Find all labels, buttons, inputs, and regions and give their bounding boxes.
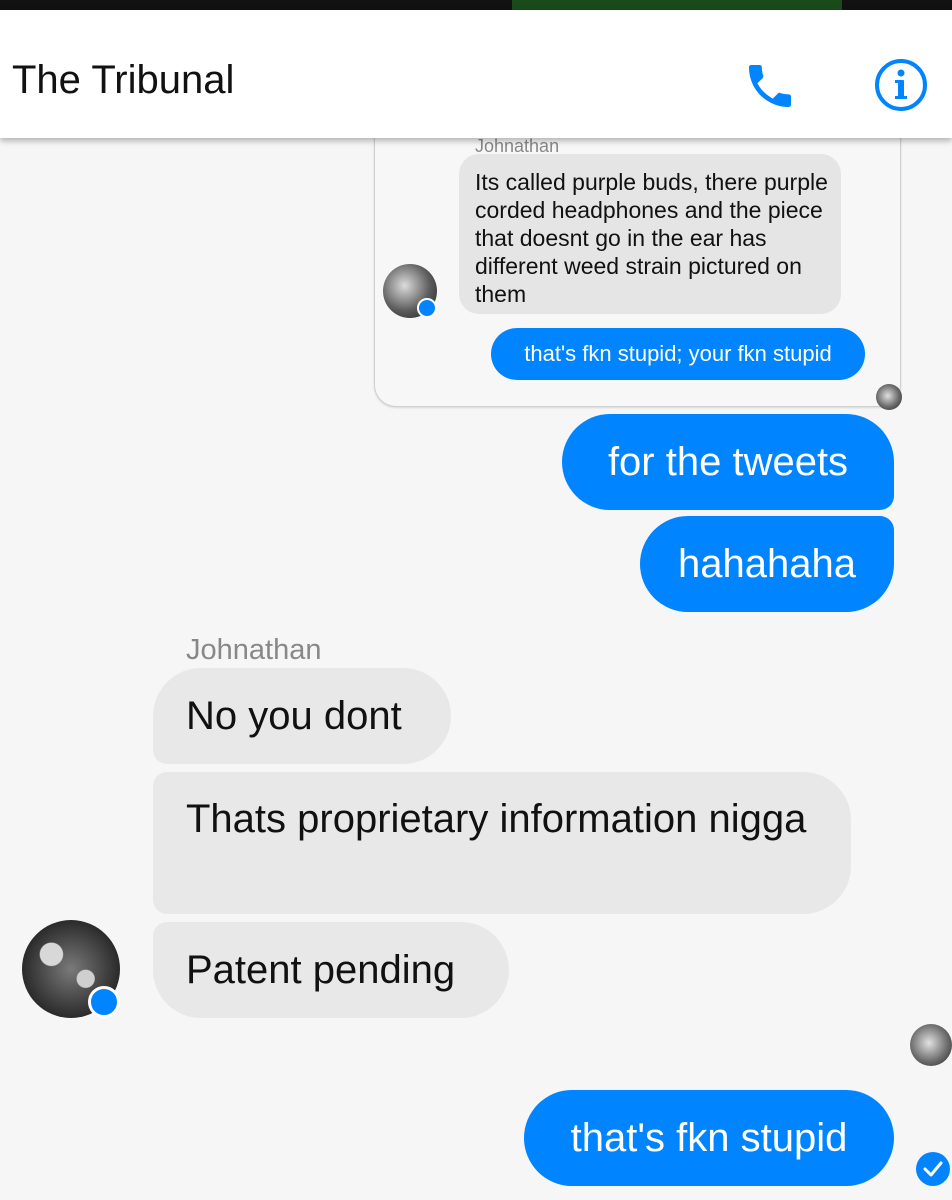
phone-icon[interactable] bbox=[742, 58, 798, 114]
info-icon[interactable] bbox=[874, 58, 928, 112]
conversation-title[interactable]: The Tribunal bbox=[12, 58, 234, 103]
quoted-avatar bbox=[383, 264, 437, 318]
quoted-incoming-text: Its called purple buds, there purple cor… bbox=[475, 169, 828, 307]
message-text: Thats proprietary information nigga bbox=[186, 797, 807, 841]
messenger-badge-icon bbox=[88, 986, 120, 1018]
outgoing-message[interactable]: that's fkn stupid bbox=[524, 1090, 894, 1186]
messenger-badge-icon bbox=[417, 298, 437, 318]
quoted-outgoing-text: that's fkn stupid; your fkn stupid bbox=[524, 341, 832, 366]
incoming-message[interactable]: Thats proprietary information nigga bbox=[153, 772, 851, 914]
outgoing-message[interactable]: for the tweets bbox=[562, 414, 894, 510]
quoted-outgoing-bubble: that's fkn stupid; your fkn stupid bbox=[491, 328, 865, 380]
seen-avatar bbox=[910, 1024, 952, 1066]
quoted-screenshot: Johnathan Its called purple buds, there … bbox=[374, 112, 901, 407]
message-text: that's fkn stupid bbox=[570, 1116, 848, 1160]
message-text: Patent pending bbox=[186, 948, 456, 992]
message-text: for the tweets bbox=[607, 440, 849, 484]
conversation-header: The Tribunal bbox=[0, 10, 952, 138]
sender-name: Johnathan bbox=[186, 634, 322, 666]
sender-avatar[interactable] bbox=[22, 920, 120, 1018]
quoted-incoming-bubble: Its called purple buds, there purple cor… bbox=[459, 154, 841, 314]
message-text: hahahaha bbox=[678, 542, 856, 586]
seen-avatar-small bbox=[876, 384, 902, 410]
incoming-message[interactable]: No you dont bbox=[153, 668, 451, 764]
message-text: No you dont bbox=[186, 694, 402, 738]
incoming-message[interactable]: Patent pending bbox=[153, 922, 509, 1018]
outgoing-message[interactable]: hahahaha bbox=[640, 516, 894, 612]
delivered-check-icon bbox=[916, 1152, 950, 1186]
status-bar bbox=[0, 0, 952, 10]
status-bar-indicator bbox=[512, 0, 842, 10]
